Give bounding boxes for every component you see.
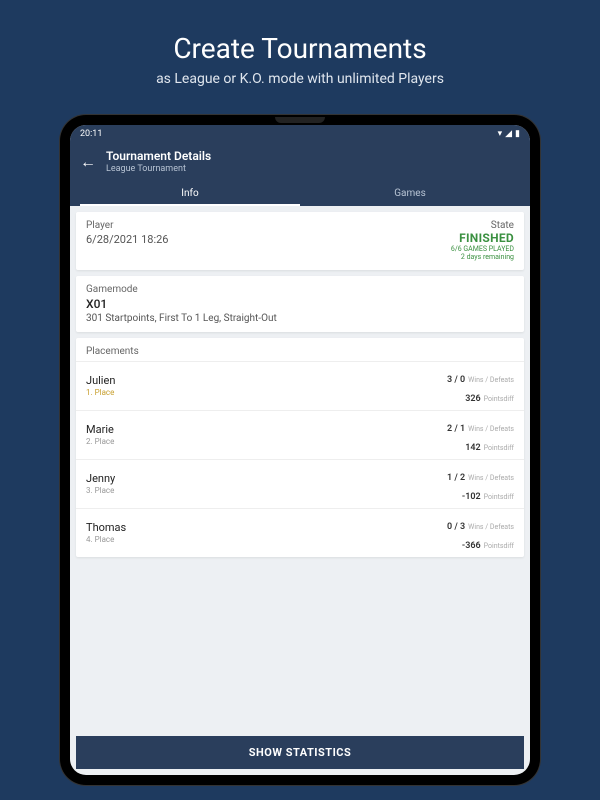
placement-row[interactable]: Thomas 4. Place 0 / 3Wins / Defeats -366… (76, 508, 524, 557)
back-icon[interactable]: ← (80, 152, 96, 172)
placement-score: 2 / 1 (447, 424, 465, 434)
placements-title: Placements (76, 346, 524, 361)
diff-label: Pointsdiff (484, 493, 514, 501)
promo-title: Create Tournaments (173, 32, 426, 65)
tab-info[interactable]: Info (80, 182, 300, 206)
placement-rank: 3. Place (86, 486, 115, 495)
tablet-notch (275, 117, 325, 123)
header-titles: Tournament Details League Tournament (106, 149, 211, 174)
gamemode-label: Gamemode (86, 284, 514, 295)
placement-rank: 4. Place (86, 535, 126, 544)
state-label: State (451, 220, 514, 231)
content-area: Player 6/28/2021 18:26 State FINISHED 6/… (70, 206, 530, 730)
wifi-icon: ▾ (498, 129, 503, 139)
diff-label: Pointsdiff (484, 395, 514, 403)
signal-icon: ◢ (505, 129, 512, 139)
placement-name: Jenny (86, 472, 115, 485)
player-datetime: 6/28/2021 18:26 (86, 233, 168, 246)
placement-row[interactable]: Marie 2. Place 2 / 1Wins / Defeats 142 Po… (76, 410, 524, 459)
placement-diff: -366 (462, 541, 481, 551)
player-label: Player (86, 220, 168, 231)
gamemode-card: Gamemode X01 301 Startpoints, First To 1… (76, 276, 524, 332)
score-label: Wins / Defeats (468, 523, 514, 531)
gamemode-description: 301 Startpoints, First To 1 Leg, Straigh… (86, 313, 514, 324)
diff-label: Pointsdiff (484, 542, 514, 550)
gamemode-name: X01 (86, 297, 514, 311)
statusbar-time: 20:11 (80, 129, 102, 139)
placement-rank: 1. Place (86, 388, 115, 397)
placement-rank: 2. Place (86, 437, 114, 446)
placement-name: Thomas (86, 521, 126, 534)
tabs: Info Games (80, 182, 520, 206)
placement-name: Marie (86, 423, 114, 436)
placement-row[interactable]: Jenny 3. Place 1 / 2Wins / Defeats -102P… (76, 459, 524, 508)
state-value: FINISHED (451, 231, 514, 245)
statusbar: 20:11 ▾ ◢ ▮ (70, 125, 530, 143)
score-label: Wins / Defeats (468, 425, 514, 433)
diff-label: Pointsdiff (484, 444, 514, 452)
placement-score: 3 / 0 (447, 375, 465, 385)
placement-diff: -102 (462, 492, 481, 502)
score-label: Wins / Defeats (468, 474, 514, 482)
tablet-frame: 20:11 ▾ ◢ ▮ ← Tournament Details League … (60, 115, 540, 785)
state-sub-games: 6/6 GAMES PLAYED (451, 245, 514, 253)
show-statistics-button[interactable]: SHOW STATISTICS (76, 736, 524, 769)
player-state-card: Player 6/28/2021 18:26 State FINISHED 6/… (76, 212, 524, 270)
state-sub-days: 2 days remaining (451, 253, 514, 261)
page-subtitle: League Tournament (106, 164, 211, 174)
tab-games[interactable]: Games (300, 182, 520, 206)
page-title: Tournament Details (106, 149, 211, 163)
score-label: Wins / Defeats (468, 376, 514, 384)
placement-score: 0 / 3 (447, 522, 465, 532)
tablet-screen: 20:11 ▾ ◢ ▮ ← Tournament Details League … (70, 125, 530, 775)
app-header: ← Tournament Details League Tournament I… (70, 143, 530, 206)
placement-name: Julien (86, 374, 115, 387)
placements-card: Placements Julien 1. Place 3 / 0Wins / D… (76, 338, 524, 557)
promo-subtitle: as League or K.O. mode with unlimited Pl… (156, 71, 444, 87)
placement-score: 1 / 2 (447, 473, 465, 483)
statusbar-icons: ▾ ◢ ▮ (498, 129, 520, 139)
placement-diff: 326 (465, 394, 480, 404)
placement-diff: 142 (465, 443, 480, 453)
battery-icon: ▮ (515, 129, 520, 139)
placement-row[interactable]: Julien 1. Place 3 / 0Wins / Defeats 326 P… (76, 361, 524, 410)
